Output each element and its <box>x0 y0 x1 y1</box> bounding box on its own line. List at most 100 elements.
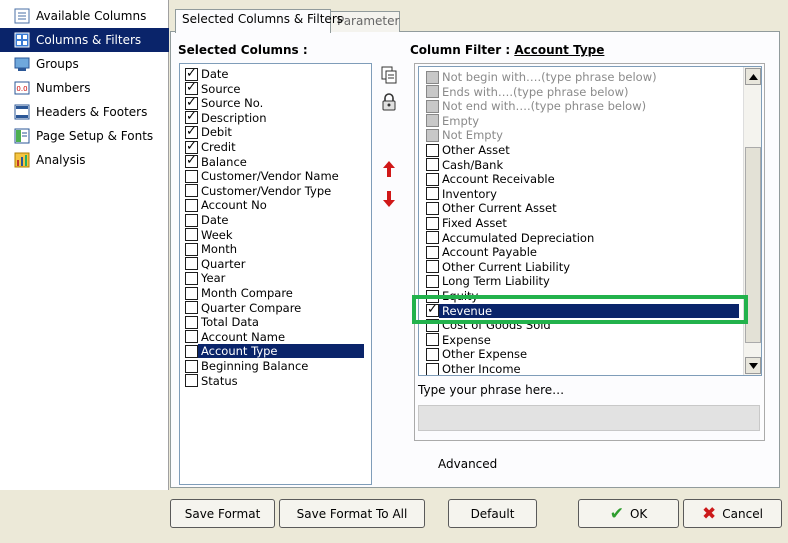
checkbox[interactable] <box>185 109 198 125</box>
list-item[interactable]: Accumulated Depreciation <box>423 231 745 245</box>
list-item[interactable]: Date <box>182 66 371 81</box>
sidebar-item-available-columns[interactable]: Available Columns <box>0 4 169 28</box>
sidebar-item-page-setup-fonts[interactable]: Page Setup & Fonts <box>0 124 169 148</box>
list-item[interactable]: Account Payable <box>423 245 745 259</box>
checkbox[interactable] <box>185 271 198 285</box>
checkbox[interactable] <box>185 80 198 96</box>
save-format-to-all-button[interactable]: Save Format To All <box>279 499 425 528</box>
checkbox[interactable] <box>426 70 439 84</box>
phrase-input[interactable] <box>418 405 760 431</box>
sidebar-item-numbers[interactable]: 0.0 Numbers <box>0 76 169 100</box>
selected-columns-list[interactable]: DateSourceSource No.DescriptionDebitCred… <box>179 63 372 485</box>
checkbox[interactable] <box>426 245 439 259</box>
checkbox[interactable] <box>426 216 439 230</box>
sidebar-item-headers-footers[interactable]: Headers & Footers <box>0 100 169 124</box>
filter-scrollbar[interactable] <box>743 67 761 375</box>
checkbox[interactable] <box>426 128 439 142</box>
checkbox[interactable] <box>426 187 439 201</box>
list-item[interactable]: Debit <box>182 124 371 139</box>
list-item[interactable]: Month Compare <box>182 286 371 300</box>
default-button[interactable]: Default <box>448 499 537 528</box>
checkbox[interactable] <box>185 198 198 212</box>
cancel-button[interactable]: ✖ Cancel <box>683 499 782 528</box>
list-item[interactable]: Customer/Vendor Name <box>182 169 371 183</box>
list-item[interactable]: Other Expense <box>423 347 745 361</box>
ok-button[interactable]: ✔ OK <box>578 499 679 528</box>
list-item[interactable]: Other Asset <box>423 143 745 157</box>
checkbox[interactable] <box>426 172 439 186</box>
scroll-down-button[interactable] <box>745 357 761 374</box>
checkbox[interactable] <box>185 184 198 198</box>
list-item[interactable]: Account Name <box>182 330 371 344</box>
move-up-arrow-icon[interactable] <box>380 160 398 178</box>
list-item[interactable]: Other Income <box>423 362 745 375</box>
list-item[interactable]: Cash/Bank <box>423 158 745 172</box>
list-item[interactable]: Account Receivable <box>423 172 745 186</box>
checkbox[interactable] <box>185 228 198 242</box>
checkbox[interactable] <box>185 359 198 373</box>
sidebar-item-columns-filters[interactable]: Columns & Filters <box>0 28 169 52</box>
list-item[interactable]: Expense <box>423 333 745 347</box>
checkbox[interactable] <box>185 66 198 81</box>
checkbox[interactable] <box>185 286 198 300</box>
list-item[interactable]: Month <box>182 242 371 256</box>
list-item[interactable]: Customer/Vendor Type <box>182 184 371 198</box>
list-item[interactable]: Beginning Balance <box>182 359 371 373</box>
checkbox[interactable] <box>426 143 439 157</box>
checkbox[interactable] <box>426 347 439 361</box>
checkbox[interactable] <box>426 201 439 215</box>
checkbox[interactable] <box>185 153 198 169</box>
list-item[interactable]: Year <box>182 271 371 285</box>
list-item[interactable]: Inventory <box>423 187 745 201</box>
checkbox[interactable] <box>185 301 198 315</box>
checkbox[interactable] <box>426 260 439 274</box>
list-item[interactable]: Fixed Asset <box>423 216 745 230</box>
save-format-button[interactable]: Save Format <box>170 499 275 528</box>
list-item[interactable]: Not begin with….(type phrase below) <box>423 70 745 84</box>
list-item[interactable]: Quarter <box>182 257 371 271</box>
checkbox[interactable] <box>185 139 198 154</box>
list-item[interactable]: Account Type <box>182 344 371 359</box>
checkbox[interactable] <box>185 213 198 227</box>
checkbox[interactable] <box>185 124 198 139</box>
checkbox[interactable] <box>426 99 439 113</box>
move-down-arrow-icon[interactable] <box>380 190 398 208</box>
checkbox[interactable] <box>185 242 198 256</box>
list-item[interactable]: Empty <box>423 114 745 128</box>
checkbox[interactable] <box>185 315 198 329</box>
list-item[interactable]: Other Current Liability <box>423 260 745 274</box>
checkbox[interactable] <box>185 169 198 183</box>
copy-icon[interactable] <box>380 66 398 84</box>
list-item[interactable]: Not Empty <box>423 128 745 142</box>
advanced-link[interactable]: Advanced <box>438 457 497 471</box>
list-item[interactable]: Status <box>182 374 371 388</box>
list-item[interactable]: Source No. <box>182 95 371 110</box>
list-item[interactable]: Long Term Liability <box>423 274 745 288</box>
list-item[interactable]: Not end with….(type phrase below) <box>423 99 745 113</box>
list-item[interactable]: Total Data <box>182 315 371 329</box>
list-item[interactable]: Account No <box>182 198 371 212</box>
checkbox[interactable] <box>185 330 198 344</box>
column-filter-list[interactable]: Not begin with….(type phrase below) Ends … <box>418 66 762 376</box>
lock-icon[interactable] <box>380 93 398 111</box>
checkbox[interactable] <box>426 274 439 288</box>
sidebar-item-groups[interactable]: Groups <box>0 52 169 76</box>
list-item[interactable]: Credit <box>182 139 371 154</box>
list-item[interactable]: Description <box>182 109 371 125</box>
checkbox[interactable] <box>185 257 198 271</box>
list-item[interactable]: Week <box>182 228 371 242</box>
checkbox[interactable] <box>426 158 439 172</box>
checkbox[interactable] <box>185 374 198 388</box>
checkbox[interactable] <box>185 344 198 358</box>
checkbox[interactable] <box>426 362 439 375</box>
checkbox[interactable] <box>185 95 198 110</box>
checkbox[interactable] <box>426 333 439 347</box>
list-item[interactable]: Source <box>182 80 371 96</box>
checkbox[interactable] <box>426 114 439 128</box>
checkbox[interactable] <box>426 85 439 99</box>
list-item[interactable]: Other Current Asset <box>423 201 745 215</box>
checkbox[interactable] <box>426 231 439 245</box>
tab-selected-columns-filters[interactable]: Selected Columns & Filters <box>175 9 343 33</box>
scroll-up-button[interactable] <box>745 68 761 85</box>
list-item[interactable]: Ends with….(type phrase below) <box>423 85 745 99</box>
